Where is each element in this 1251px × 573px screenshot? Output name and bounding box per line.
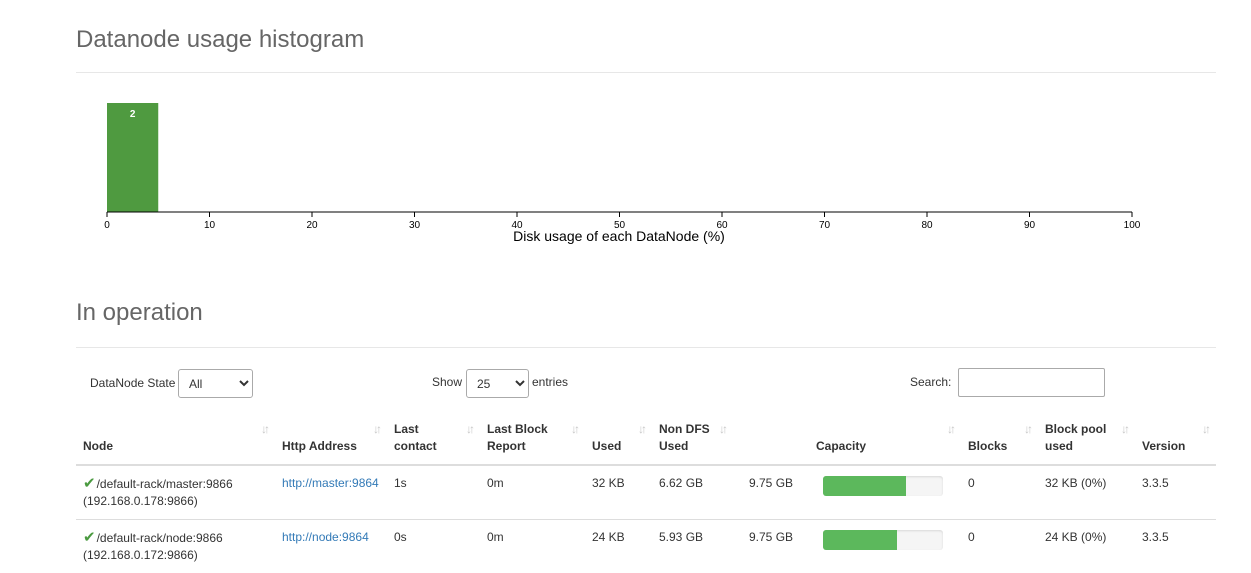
column-header-label: Block pool used: [1045, 422, 1106, 453]
node-name: /default-rack/node:9866: [97, 531, 223, 545]
http-address-cell: http://master:9864: [275, 465, 387, 520]
column-header-last-block-report[interactable]: Last Block Report ↓↑: [480, 414, 585, 465]
x-axis-tick-label: 30: [409, 220, 421, 231]
node-name: /default-rack/master:9866: [97, 477, 233, 491]
table-row: ✔/default-rack/node:9866 (192.168.0.172:9…: [76, 520, 1216, 573]
in-operation-title: In operation: [76, 299, 203, 327]
sort-arrows-icon: ↓↑: [1121, 421, 1127, 438]
column-header-label: Last contact: [394, 422, 437, 453]
block-pool-used-cell: 24 KB (0%): [1038, 520, 1135, 573]
used-cell: 32 KB: [585, 465, 652, 520]
x-axis-tick-label: 80: [921, 220, 933, 231]
table-header-row: Node ↓↑ Http Address ↓↑ Last contact ↓↑ Las…: [76, 414, 1216, 465]
datanode-state-label: DataNode State: [90, 376, 175, 390]
node-cell: ✔/default-rack/master:9866 (192.168.0.178…: [76, 465, 275, 520]
datanodes-table: Node ↓↑ Http Address ↓↑ Last contact ↓↑ Las…: [76, 414, 1216, 573]
capacity-cell: [809, 520, 961, 573]
capacity-value: 9.75 GB: [749, 529, 793, 546]
in-operation-divider: [76, 347, 1216, 348]
capacity-progress-bar: [823, 476, 943, 496]
http-address-link[interactable]: http://master:9864: [282, 476, 379, 490]
sort-arrows-icon: ↓↑: [466, 421, 472, 438]
version-cell: 3.3.5: [1135, 465, 1216, 520]
sort-arrows-icon: ↓↑: [571, 421, 577, 438]
column-header-blocks[interactable]: Blocks ↓↑: [961, 414, 1038, 465]
usage-histogram-chart: 2 0102030405060708090100 Disk usage of e…: [0, 80, 1251, 250]
x-axis-tick-label: 0: [104, 220, 110, 231]
last-contact-cell: 0s: [387, 520, 480, 573]
column-header-label: Capacity: [816, 439, 866, 453]
last-block-report-cell: 0m: [480, 520, 585, 573]
x-axis-tick-label: 20: [306, 220, 318, 231]
x-axis-tick-label: 100: [1124, 220, 1141, 231]
column-header-label: Node: [83, 439, 113, 453]
histogram-bar-label: 2: [130, 109, 136, 120]
node-ip: (192.168.0.178:9866): [83, 494, 198, 508]
search-label: Search:: [910, 375, 951, 389]
column-header-label: Non DFS Used: [659, 422, 710, 453]
sort-arrows-icon: ↓↑: [638, 421, 644, 438]
blocks-cell: 0: [961, 520, 1038, 573]
capacity-progress-fill: [823, 530, 897, 550]
last-block-report-cell: 0m: [480, 465, 585, 520]
non-dfs-used-cell: 5.93 GB 9.75 GB: [652, 520, 809, 573]
show-label: Show: [432, 375, 462, 389]
sort-arrows-icon: ↓↑: [1202, 421, 1208, 438]
node-ip: (192.168.0.172:9866): [83, 548, 198, 562]
last-contact-cell: 1s: [387, 465, 480, 520]
column-header-last-contact[interactable]: Last contact ↓↑: [387, 414, 480, 465]
column-header-http-address[interactable]: Http Address ↓↑: [275, 414, 387, 465]
column-header-label: Last Block Report: [487, 422, 548, 453]
non-dfs-used-value: 5.93 GB: [659, 530, 703, 544]
x-axis-label: Disk usage of each DataNode (%): [513, 228, 725, 244]
check-icon: ✔: [83, 475, 96, 492]
used-cell: 24 KB: [585, 520, 652, 573]
non-dfs-used-cell: 6.62 GB 9.75 GB: [652, 465, 809, 520]
column-header-used[interactable]: Used ↓↑: [585, 414, 652, 465]
x-axis-tick-label: 90: [1024, 220, 1036, 231]
datanode-state-select[interactable]: All: [178, 369, 253, 398]
sort-arrows-icon: ↓↑: [261, 421, 267, 438]
http-address-cell: http://node:9864: [275, 520, 387, 573]
http-address-link[interactable]: http://node:9864: [282, 530, 369, 544]
table-row: ✔/default-rack/master:9866 (192.168.0.178…: [76, 465, 1216, 520]
sort-arrows-icon: ↓↑: [373, 421, 379, 438]
column-header-label: Http Address: [282, 439, 357, 453]
version-cell: 3.3.5: [1135, 520, 1216, 573]
capacity-progress-bar: [823, 530, 943, 550]
search-input[interactable]: [958, 368, 1105, 397]
sort-arrows-icon: ↓↑: [947, 421, 953, 438]
capacity-progress-fill: [823, 476, 906, 496]
column-header-label: Used: [592, 439, 621, 453]
column-header-capacity[interactable]: Capacity ↓↑: [809, 414, 961, 465]
check-icon: ✔: [83, 529, 96, 546]
histogram-divider: [76, 72, 1216, 73]
blocks-cell: 0: [961, 465, 1038, 520]
sort-arrows-icon: ↓↑: [1024, 421, 1030, 438]
histogram-title: Datanode usage histogram: [76, 26, 364, 54]
column-header-label: Blocks: [968, 439, 1007, 453]
x-axis-tick-label: 10: [204, 220, 216, 231]
capacity-value: 9.75 GB: [749, 475, 793, 492]
entries-label: entries: [532, 375, 568, 389]
entries-length-select[interactable]: 25: [466, 369, 529, 398]
non-dfs-used-value: 6.62 GB: [659, 476, 703, 490]
block-pool-used-cell: 32 KB (0%): [1038, 465, 1135, 520]
node-cell: ✔/default-rack/node:9866 (192.168.0.172:9…: [76, 520, 275, 573]
sort-arrows-icon: ↓↑: [719, 421, 725, 438]
column-header-version[interactable]: Version ↓↑: [1135, 414, 1216, 465]
capacity-cell: [809, 465, 961, 520]
column-header-label: Version: [1142, 439, 1185, 453]
column-header-non-dfs-used[interactable]: Non DFS Used ↓↑: [652, 414, 809, 465]
column-header-node[interactable]: Node ↓↑: [76, 414, 275, 465]
x-axis-tick-label: 70: [819, 220, 831, 231]
column-header-block-pool-used[interactable]: Block pool used ↓↑: [1038, 414, 1135, 465]
